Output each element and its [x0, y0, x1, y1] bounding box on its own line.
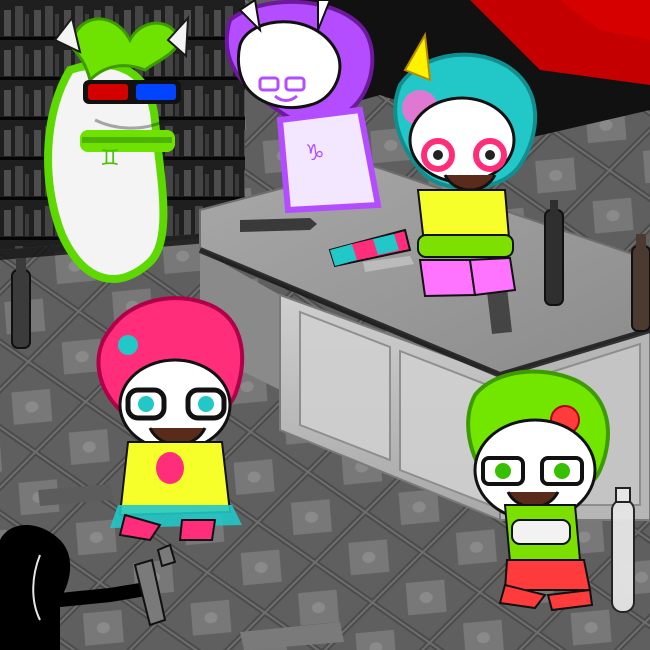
bar-scene-illustration: ♊ ♑ [0, 0, 650, 650]
capricorn-symbol-icon: ♑ [305, 141, 325, 166]
gemini-symbol-icon: ♊ [100, 146, 120, 171]
